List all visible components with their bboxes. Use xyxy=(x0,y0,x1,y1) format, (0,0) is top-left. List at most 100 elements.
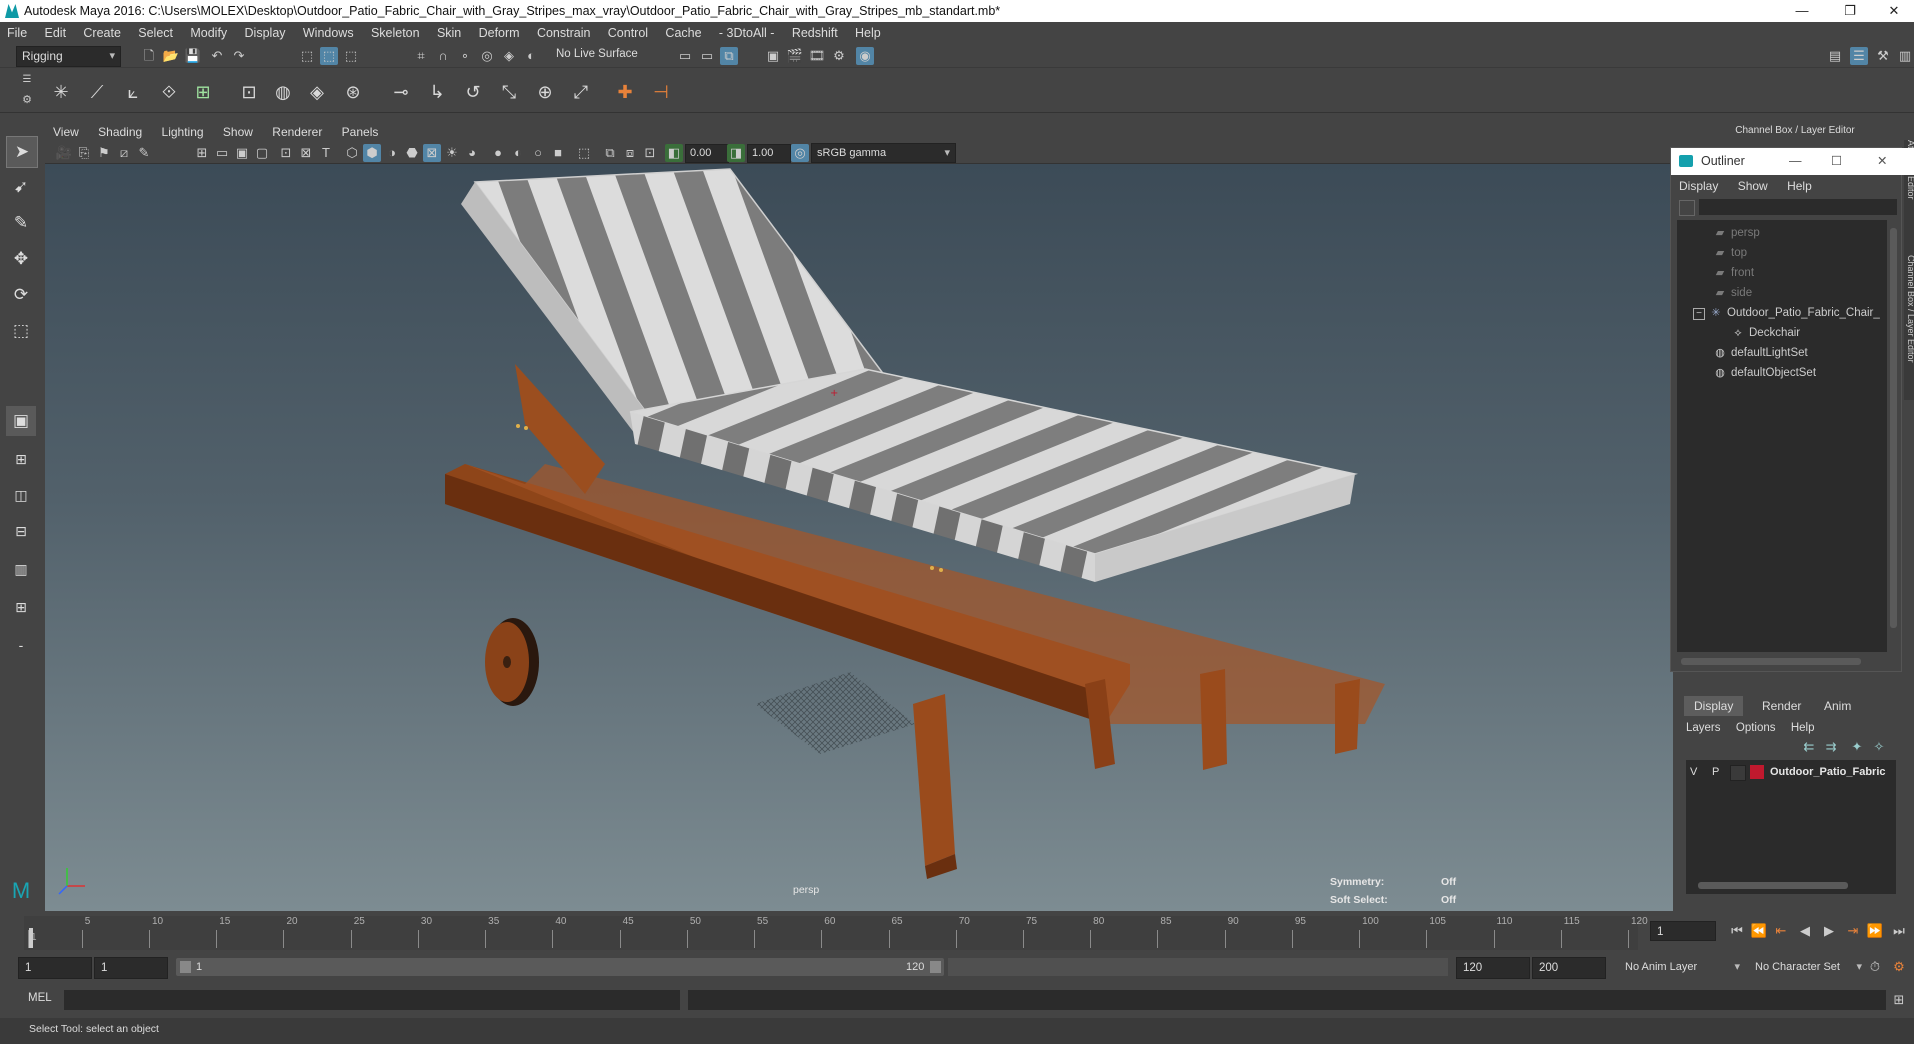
blend-shape-icon[interactable]: ⊛ xyxy=(340,79,366,105)
ik-handle-icon[interactable]: ⟋ xyxy=(84,79,110,105)
select-object-icon[interactable]: ⬚ xyxy=(320,47,338,65)
open-scene-icon[interactable]: 📂 xyxy=(162,47,180,65)
outliner-item-top[interactable]: ▰ top xyxy=(1713,244,1747,262)
skin-bind-icon[interactable]: ⟐ xyxy=(156,79,182,105)
snap-view-icon[interactable]: ◎ xyxy=(478,47,496,65)
live-surface-label[interactable]: No Live Surface xyxy=(556,48,638,60)
snap-point-icon[interactable]: ∘ xyxy=(456,47,474,65)
menu-redshift[interactable]: Redshift xyxy=(785,26,845,40)
safe-title-icon[interactable]: T xyxy=(317,144,335,162)
grid-toggle-icon[interactable]: ⊞ xyxy=(193,144,211,162)
outliner-item-defaultobjectset[interactable]: ◍ defaultObjectSet xyxy=(1713,364,1816,382)
step-back-key-icon[interactable]: ⏪ xyxy=(1750,922,1768,940)
outliner-item-persp[interactable]: ▰ persp xyxy=(1713,224,1760,242)
layout-icon[interactable]: ▤ xyxy=(1826,47,1844,65)
go-to-end-icon[interactable]: ⏭ xyxy=(1890,922,1908,940)
move-layer-down-icon[interactable]: ⇉ xyxy=(1822,738,1840,756)
isolate-select-icon[interactable]: ⬚ xyxy=(575,144,593,162)
filter-icon[interactable] xyxy=(1679,200,1695,216)
new-scene-icon[interactable]: 🗋 xyxy=(140,47,158,65)
screen-space-ao-icon[interactable]: ● xyxy=(489,144,507,162)
snap-curve-icon[interactable]: ∩ xyxy=(434,47,452,65)
outliner-menu-display[interactable]: Display xyxy=(1671,179,1726,193)
parent-constraint-icon[interactable]: ⊕ xyxy=(532,79,558,105)
exposure-icon[interactable]: ◧ xyxy=(665,144,683,162)
construction-history-icon[interactable]: ⧉ xyxy=(720,47,738,65)
layer-visibility-toggle[interactable]: V xyxy=(1690,762,1697,782)
image-plane-icon[interactable]: ⧄ xyxy=(115,144,133,162)
play-backwards-icon[interactable]: ◀ xyxy=(1796,922,1814,940)
layer-type-toggle[interactable] xyxy=(1730,765,1746,781)
script-language-label[interactable]: MEL xyxy=(28,992,52,1004)
color-management-icon[interactable]: ◎ xyxy=(791,144,809,162)
outliner-item-chair-group[interactable]: − ✳ Outdoor_Patio_Fabric_Chair_ xyxy=(1693,304,1880,322)
layer-color-swatch[interactable] xyxy=(1750,765,1764,779)
anim-layer-dropdown[interactable]: No Anim Layer xyxy=(1620,957,1745,977)
animation-start-field[interactable]: 1 xyxy=(18,957,92,979)
layer-tab-display[interactable]: Display xyxy=(1684,696,1744,716)
menu-select[interactable]: Select xyxy=(131,26,180,40)
range-start-handle[interactable] xyxy=(180,961,191,973)
four-pane-icon[interactable]: ⊞ xyxy=(6,444,36,474)
channel-box-tab[interactable]: Channel Box / Layer Editor xyxy=(1902,255,1914,395)
lasso-tool-icon[interactable]: ➹ xyxy=(6,172,36,202)
depth-of-field-icon[interactable]: ■ xyxy=(549,144,567,162)
new-layer-selected-icon[interactable]: ✧ xyxy=(1870,738,1888,756)
outliner-item-front[interactable]: ▰ front xyxy=(1713,264,1754,282)
outliner-item-deckchair[interactable]: ⟡ Deckchair xyxy=(1731,324,1800,342)
paint-select-icon[interactable]: ✎ xyxy=(6,208,36,238)
layer-menu-help[interactable]: Help xyxy=(1785,722,1821,734)
menu-create[interactable]: Create xyxy=(76,26,128,40)
gamma-icon[interactable]: ◨ xyxy=(727,144,745,162)
layers-hscrollbar[interactable] xyxy=(1698,882,1848,889)
viewport-menu-panels[interactable]: Panels xyxy=(334,125,387,139)
close-button[interactable]: ✕ xyxy=(1874,0,1914,22)
anti-alias-icon[interactable]: ○ xyxy=(529,144,547,162)
character-set-dropdown[interactable]: No Character Set xyxy=(1750,957,1867,977)
outliner-hscrollbar[interactable] xyxy=(1681,658,1861,665)
script-editor-layout-icon[interactable]: ⊞ xyxy=(6,592,36,622)
viewport-menu-view[interactable]: View xyxy=(45,125,87,139)
current-time-indicator[interactable] xyxy=(29,928,33,948)
ik-fk-icon[interactable]: ⊣ xyxy=(648,79,674,105)
playback-end-field[interactable]: 120 xyxy=(1456,957,1530,979)
xray-components-icon[interactable]: ⊡ xyxy=(641,144,659,162)
lattice-icon[interactable]: ◍ xyxy=(270,79,296,105)
outliner-menu-show[interactable]: Show xyxy=(1730,179,1776,193)
layer-row[interactable]: V P Outdoor_Patio_Fabric xyxy=(1686,762,1896,782)
script-editor-icon[interactable]: ⊞ xyxy=(1890,991,1908,1009)
menu-edit[interactable]: Edit xyxy=(38,26,74,40)
go-to-start-icon[interactable]: ⏮ xyxy=(1728,922,1746,940)
playback-start-field[interactable]: 1 xyxy=(94,957,168,979)
menu-constrain[interactable]: Constrain xyxy=(530,26,598,40)
animation-preferences-icon[interactable]: ⚙ xyxy=(1890,958,1908,976)
menu-skin[interactable]: Skin xyxy=(430,26,468,40)
viewport-menu-renderer[interactable]: Renderer xyxy=(264,125,330,139)
point-constraint-icon[interactable]: ⊸ xyxy=(388,79,414,105)
cluster-icon[interactable]: ⊡ xyxy=(236,79,262,105)
perspective-viewport[interactable]: + persp Symmetry: Off Soft Select: Off xyxy=(45,164,1673,911)
joint-tool-icon[interactable]: ✳ xyxy=(48,79,74,105)
resolution-gate-icon[interactable]: ▣ xyxy=(233,144,251,162)
move-tool-icon[interactable]: ✥ xyxy=(6,244,36,274)
menu-file[interactable]: File xyxy=(0,26,34,40)
menu-help[interactable]: Help xyxy=(848,26,888,40)
grease-pencil-icon[interactable]: ✎ xyxy=(135,144,153,162)
persp-outliner-icon[interactable]: ◫ xyxy=(6,480,36,510)
snap-grid-icon[interactable]: ⌗ xyxy=(412,47,430,65)
command-input[interactable] xyxy=(64,990,680,1010)
animation-end-field[interactable]: 200 xyxy=(1532,957,1606,979)
outliner-minimize-icon[interactable]: — xyxy=(1789,148,1802,175)
menu-control[interactable]: Control xyxy=(601,26,655,40)
current-frame-field[interactable]: 1 xyxy=(1650,921,1716,941)
view-transform-dropdown[interactable]: sRGB gamma xyxy=(811,143,956,163)
new-empty-layer-icon[interactable]: ✦ xyxy=(1848,738,1866,756)
safe-action-icon[interactable]: ⊠ xyxy=(297,144,315,162)
select-component-icon[interactable]: ⬚ xyxy=(342,47,360,65)
outliner-maximize-icon[interactable]: ☐ xyxy=(1831,148,1842,175)
output-ops-icon[interactable]: ▭ xyxy=(698,47,716,65)
pole-vector-icon[interactable]: ⤢ xyxy=(568,79,594,105)
render-settings-icon[interactable]: ⚙ xyxy=(830,47,848,65)
camera-select-icon[interactable]: 🎥 xyxy=(55,144,73,162)
range-end-handle[interactable] xyxy=(930,961,941,973)
